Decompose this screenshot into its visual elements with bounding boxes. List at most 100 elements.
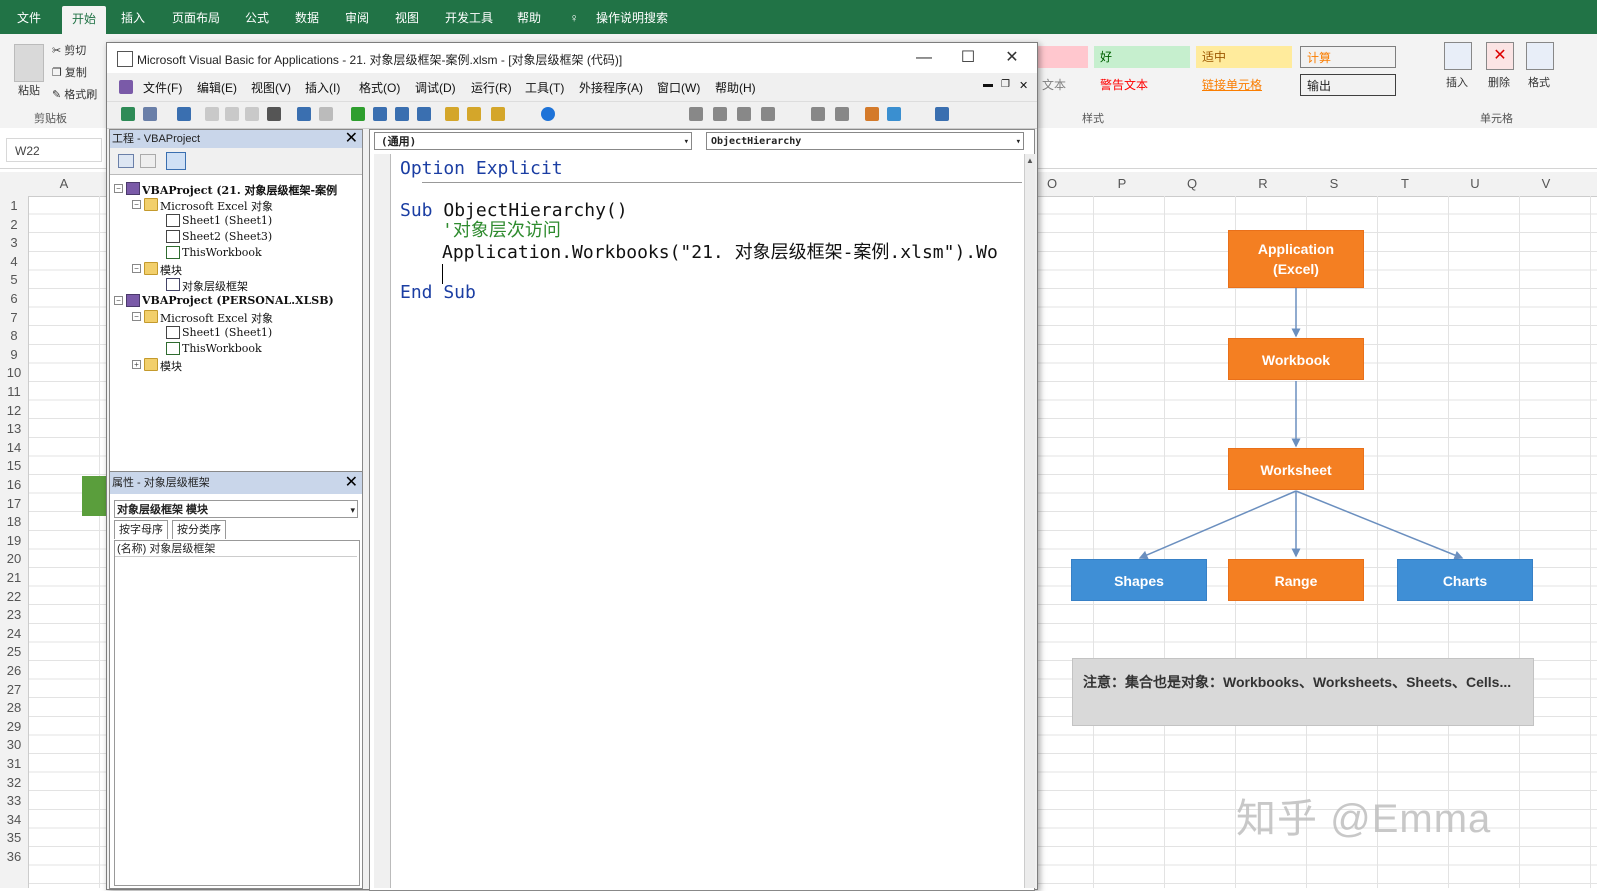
design-mode-icon[interactable] bbox=[417, 107, 431, 121]
node-shapes[interactable]: Shapes bbox=[1071, 559, 1207, 601]
menu-help[interactable]: 帮助(H) bbox=[715, 79, 756, 96]
insert-userform-icon[interactable] bbox=[143, 107, 157, 121]
project-close-icon[interactable]: ✕ bbox=[345, 130, 358, 148]
properties-object-select[interactable]: 对象层级框架 模块 ▾ bbox=[114, 500, 358, 518]
code-editor[interactable]: Option Explicit Sub ObjectHierarchy() '对… bbox=[392, 154, 1022, 888]
expand-collapse-icon[interactable]: − bbox=[114, 184, 123, 193]
child-close-icon[interactable]: ✕ bbox=[1019, 79, 1028, 92]
object-combo[interactable]: (通用) ▾ bbox=[374, 132, 692, 150]
help-icon[interactable] bbox=[541, 107, 555, 121]
redo-icon[interactable] bbox=[319, 107, 333, 121]
project-explorer: 工程 - VBAProject ✕ − VBAProject (21. 对象层级… bbox=[109, 129, 363, 503]
connector-worksheet-shapes bbox=[1138, 490, 1297, 560]
node-range[interactable]: Range bbox=[1228, 559, 1364, 601]
tree-thisworkbook-personal[interactable]: ThisWorkbook bbox=[182, 342, 262, 355]
procedure-combo[interactable]: ObjectHierarchy ▾ bbox=[706, 132, 1024, 150]
child-restore-icon[interactable]: ❐ bbox=[1001, 79, 1010, 90]
tree-excel-objects-personal[interactable]: Microsoft Excel 对象 bbox=[160, 310, 273, 326]
paste-icon-vba[interactable] bbox=[245, 107, 259, 121]
menu-tools[interactable]: 工具(T) bbox=[525, 79, 564, 96]
menu-addins[interactable]: 外接程序(A) bbox=[579, 79, 643, 96]
expand-collapse-icon[interactable]: − bbox=[132, 312, 141, 321]
tab-alphabetic[interactable]: 按字母序 bbox=[114, 520, 168, 539]
code-line-workbooks[interactable]: Application.Workbooks("21. 对象层级框架-案例.xls… bbox=[442, 242, 998, 264]
vba-title-bar[interactable]: Microsoft Visual Basic for Applications … bbox=[107, 43, 1037, 73]
close-icon[interactable]: ✕ bbox=[1001, 47, 1023, 69]
code-vertical-scrollbar[interactable]: ▲ bbox=[1024, 154, 1035, 888]
cut-icon[interactable] bbox=[205, 107, 219, 121]
node-charts[interactable]: Charts bbox=[1397, 559, 1533, 601]
tree-vbaproject-personal[interactable]: VBAProject (PERSONAL.XLSB) bbox=[142, 294, 334, 307]
chevron-down-icon[interactable]: ▾ bbox=[684, 133, 689, 151]
vba-menu-icon[interactable] bbox=[119, 80, 133, 94]
node-application[interactable]: Application (Excel) bbox=[1228, 230, 1364, 288]
toggle-bookmark-icon[interactable] bbox=[835, 107, 849, 121]
next-bookmark-icon[interactable] bbox=[865, 107, 879, 121]
chevron-down-icon[interactable]: ▾ bbox=[350, 501, 355, 519]
run-icon[interactable] bbox=[351, 107, 365, 121]
indent-icon[interactable] bbox=[689, 107, 703, 121]
comment-block-icon[interactable] bbox=[761, 107, 775, 121]
folder-icon bbox=[144, 198, 158, 211]
view-code-icon[interactable] bbox=[118, 154, 134, 168]
property-row-name[interactable]: (名称) 对象层级框架 bbox=[115, 541, 357, 557]
toggle-folders-icon[interactable] bbox=[166, 152, 186, 170]
copy-icon[interactable] bbox=[225, 107, 239, 121]
view-object-icon[interactable] bbox=[140, 154, 156, 168]
expand-collapse-icon[interactable]: − bbox=[114, 296, 123, 305]
properties-window-icon[interactable] bbox=[467, 107, 481, 121]
clear-bookmarks-icon[interactable] bbox=[935, 107, 949, 121]
tree-modules[interactable]: 模块 bbox=[160, 262, 182, 278]
node-worksheet[interactable]: Worksheet bbox=[1228, 448, 1364, 490]
reset-icon[interactable] bbox=[395, 107, 409, 121]
properties-title: 属性 - 对象层级框架 ✕ bbox=[110, 472, 362, 494]
menu-window[interactable]: 窗口(W) bbox=[657, 79, 700, 96]
child-minimize-icon[interactable]: ▬ bbox=[983, 79, 993, 90]
project-explorer-title-text: 工程 - VBAProject bbox=[112, 133, 201, 145]
undo-icon[interactable] bbox=[297, 107, 311, 121]
tree-sheet1[interactable]: Sheet1 (Sheet1) bbox=[182, 214, 272, 227]
code-margin[interactable] bbox=[374, 154, 391, 888]
project-explorer-icon[interactable] bbox=[445, 107, 459, 121]
find-icon[interactable] bbox=[267, 107, 281, 121]
code-line-end-sub[interactable]: End Sub bbox=[400, 282, 476, 304]
menu-debug[interactable]: 调试(D) bbox=[415, 79, 456, 96]
code-line-comment[interactable]: '对象层次访问 bbox=[442, 220, 561, 242]
save-icon[interactable] bbox=[177, 107, 191, 121]
tree-thisworkbook[interactable]: ThisWorkbook bbox=[182, 246, 262, 259]
menu-file[interactable]: 文件(F) bbox=[143, 79, 182, 96]
expand-collapse-icon[interactable]: − bbox=[132, 264, 141, 273]
view-excel-icon[interactable] bbox=[121, 107, 135, 121]
minimize-icon[interactable]: — bbox=[913, 47, 935, 69]
uncomment-block-icon[interactable] bbox=[811, 107, 825, 121]
outdent-icon[interactable] bbox=[713, 107, 727, 121]
expand-collapse-icon[interactable]: − bbox=[132, 200, 141, 209]
menu-run[interactable]: 运行(R) bbox=[471, 79, 512, 96]
menu-format[interactable]: 格式(O) bbox=[359, 79, 400, 96]
maximize-icon[interactable]: ☐ bbox=[957, 47, 979, 69]
menu-edit[interactable]: 编辑(E) bbox=[197, 79, 237, 96]
tree-module-hierarchy[interactable]: 对象层级框架 bbox=[182, 278, 248, 294]
toggle-breakpoint-icon[interactable] bbox=[737, 107, 751, 121]
previous-bookmark-icon[interactable] bbox=[887, 107, 901, 121]
object-browser-icon[interactable] bbox=[491, 107, 505, 121]
sheet-icon bbox=[166, 326, 180, 339]
node-workbook[interactable]: Workbook bbox=[1228, 338, 1364, 380]
chevron-down-icon[interactable]: ▾ bbox=[1016, 133, 1021, 151]
menu-view[interactable]: 视图(V) bbox=[251, 79, 291, 96]
expand-collapse-icon[interactable]: + bbox=[132, 360, 141, 369]
tab-categorized[interactable]: 按分类序 bbox=[172, 520, 226, 539]
sheet-icon bbox=[166, 214, 180, 227]
note-box[interactable]: 注意：集合也是对象：Workbooks、Worksheets、Sheets、Ce… bbox=[1072, 658, 1534, 726]
properties-close-icon[interactable]: ✕ bbox=[345, 472, 358, 494]
code-line-sub[interactable]: Sub ObjectHierarchy() bbox=[400, 200, 628, 222]
tree-sheet1-personal[interactable]: Sheet1 (Sheet1) bbox=[182, 326, 272, 339]
tree-sheet2[interactable]: Sheet2 (Sheet3) bbox=[182, 230, 272, 243]
scroll-up-icon[interactable]: ▲ bbox=[1026, 156, 1034, 165]
code-line-option-explicit[interactable]: Option Explicit bbox=[400, 158, 563, 180]
break-icon[interactable] bbox=[373, 107, 387, 121]
tree-vbaproject-case[interactable]: VBAProject (21. 对象层级框架-案例 bbox=[142, 182, 337, 198]
menu-insert[interactable]: 插入(I) bbox=[305, 79, 340, 96]
tree-excel-objects[interactable]: Microsoft Excel 对象 bbox=[160, 198, 273, 214]
tree-modules-personal[interactable]: 模块 bbox=[160, 358, 182, 374]
